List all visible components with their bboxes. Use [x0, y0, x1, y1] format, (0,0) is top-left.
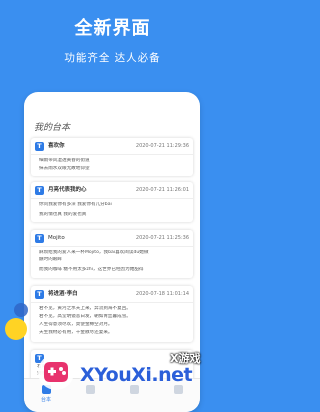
- text-file-icon: T: [35, 186, 44, 195]
- card-header: T Mojito 2020-07-21 11:25:36: [35, 234, 189, 244]
- gamepad-logo-icon: [38, 354, 74, 390]
- script-card[interactable]: T Mojito 2020-07-21 11:25:36 麻烦给我的爱人来一杯M…: [31, 230, 193, 278]
- card-divider: [31, 246, 193, 247]
- card-divider: [31, 154, 193, 155]
- decorative-blue-circle: [14, 303, 28, 317]
- promo-headline: 全新界面: [74, 18, 151, 39]
- card-line: 我的情也真 我的爱也真: [39, 212, 87, 217]
- card-line: 醺时的眼眸: [39, 257, 62, 262]
- card-title: 将进酒·李白: [48, 291, 78, 297]
- text-file-icon: T: [35, 142, 44, 151]
- card-header: T 喜欢你 2020-07-21 11:29:36: [35, 142, 189, 152]
- tab-icon: [85, 385, 95, 394]
- nav-item-3[interactable]: [114, 385, 154, 396]
- card-line: 君不见，高堂明镜悲白发，朝如青丝暮成雪。: [39, 314, 131, 319]
- card-line: 君不见，黄河之水天上来，奔流到海不复回。: [39, 306, 131, 311]
- script-card[interactable]: T 月亮代表我的心 2020-07-21 11:26:01 你问我爱你有多深 我…: [31, 182, 193, 222]
- tab-icon: [129, 385, 139, 394]
- nav-item-2[interactable]: [70, 385, 110, 396]
- decorative-yellow-circle: [5, 318, 27, 340]
- card-divider: [31, 302, 193, 303]
- card-line: 天生我材必有用，千金散尽还复来。: [39, 330, 113, 335]
- card-timestamp: 2020-07-18 11:01:14: [135, 291, 189, 297]
- nav-item-label: 台本: [40, 397, 51, 403]
- card-title: 月亮代表我的心: [48, 187, 87, 193]
- text-file-icon: T: [35, 234, 44, 243]
- screen-title: 我的台本: [34, 123, 71, 133]
- card-line: 细雨带风湿透黄昏的街道: [39, 158, 90, 163]
- card-title: 喜欢你: [48, 143, 65, 149]
- script-card[interactable]: T 喜欢你 2020-07-21 11:29:36 细雨带风湿透黄昏的街道 抹去…: [31, 138, 193, 176]
- card-title: Mojito: [48, 235, 65, 241]
- card-line: 抹去雨水双眼无故地仰望: [39, 166, 90, 171]
- script-card[interactable]: T 将进酒·李白 2020-07-18 11:01:14 君不见，黄河之水天上来…: [31, 286, 193, 342]
- nav-item-4[interactable]: [158, 385, 198, 396]
- promo-subline: 功能齐全 达人必备: [64, 52, 161, 64]
- card-divider: [31, 198, 193, 199]
- card-timestamp: 2020-07-21 11:26:01: [135, 187, 189, 193]
- card-header: T 月亮代表我的心 2020-07-21 11:26:01: [35, 186, 189, 196]
- tab-icon: [173, 385, 183, 394]
- card-header: T 将进酒·李白 2020-07-18 11:01:14: [35, 290, 189, 300]
- card-line: 你问我爱你有多深 我爱你有几分bai: [39, 202, 112, 207]
- card-line: 而我的咖啡 糖不用太多zhi，这世界已经因为她甜得: [39, 267, 144, 272]
- card-line: 人生得意须尽欢，莫使金樽空对月。: [39, 322, 113, 327]
- card-timestamp: 2020-07-21 11:29:36: [135, 143, 189, 149]
- text-file-icon: T: [35, 290, 44, 299]
- card-timestamp: 2020-07-21 11:25:36: [135, 235, 189, 241]
- card-line: 麻烦给我的爱人来一杯Mojito，我bai喜欢阅读du她微: [39, 250, 149, 255]
- watermark-site: XYouXi.net: [80, 364, 193, 386]
